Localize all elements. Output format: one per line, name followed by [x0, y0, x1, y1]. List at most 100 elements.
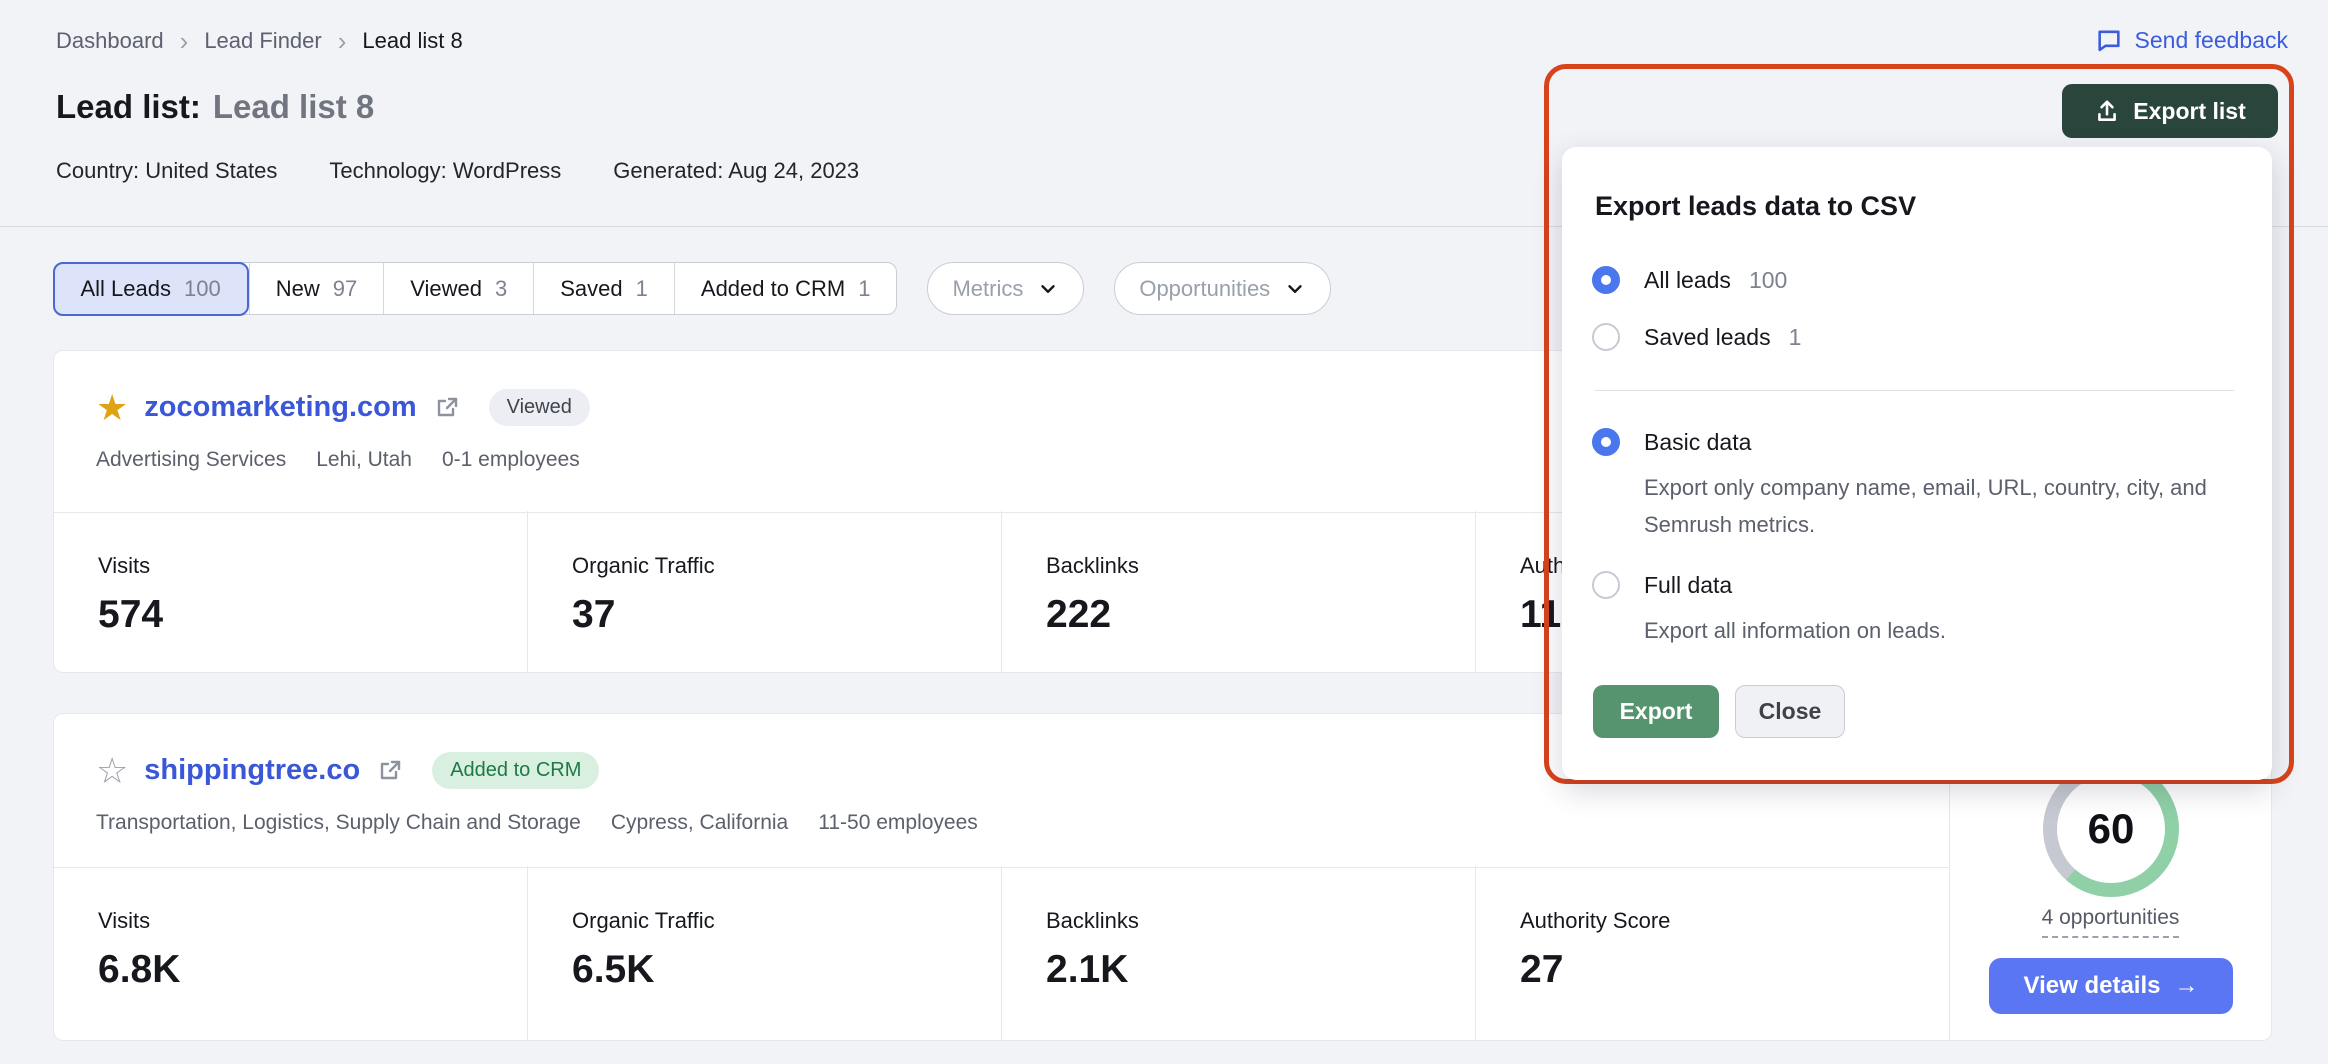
meta-technology: Technology: WordPress: [329, 158, 561, 184]
chevron-down-icon: [1037, 278, 1059, 300]
basic-data-description: Export only company name, email, URL, co…: [1644, 469, 2214, 543]
upload-icon: [2094, 98, 2120, 124]
radio-count: 1: [1789, 324, 1802, 351]
radio-unselected-icon[interactable]: [1592, 323, 1620, 351]
chevron-right-icon: ›: [180, 30, 189, 52]
dialog-actions: Export Close: [1593, 685, 1845, 738]
lead-industry: Transportation, Logistics, Supply Chain …: [96, 811, 581, 835]
metric-value: 222: [1046, 593, 1475, 637]
tab-count: 100: [184, 276, 221, 302]
tab-count: 3: [495, 276, 507, 302]
chevron-down-icon: [1284, 278, 1306, 300]
metric-visits: Visits 6.8K: [54, 866, 527, 1040]
radio-label: All leads: [1644, 267, 1731, 294]
export-list-label: Export list: [2133, 98, 2245, 125]
page-title-name: Lead list 8: [213, 88, 374, 125]
external-link-icon[interactable]: [378, 759, 402, 783]
close-button[interactable]: Close: [1735, 685, 1845, 738]
tab-label: Saved: [560, 276, 622, 302]
metric-value: 27: [1520, 948, 1949, 992]
tab-viewed[interactable]: Viewed 3: [383, 263, 533, 314]
meta-generated: Generated: Aug 24, 2023: [613, 158, 859, 184]
metric-value: 37: [572, 593, 1001, 637]
tab-label: New: [276, 276, 320, 302]
breadcrumb-lead-list: Lead list 8: [362, 28, 462, 54]
metric-value: 6.8K: [98, 948, 527, 992]
tab-label: Viewed: [410, 276, 482, 302]
radio-count: 100: [1749, 267, 1787, 294]
radio-saved-leads[interactable]: Saved leads 1: [1592, 323, 1801, 351]
tab-label: Added to CRM: [701, 276, 845, 302]
view-details-label: View details: [2024, 972, 2161, 1000]
lead-subtitle: Transportation, Logistics, Supply Chain …: [96, 811, 1949, 835]
lead-location: Cypress, California: [611, 811, 788, 835]
export-dialog-title: Export leads data to CSV: [1595, 191, 1916, 222]
external-link-icon[interactable]: [435, 396, 459, 420]
meta-country: Country: United States: [56, 158, 277, 184]
lead-location: Lehi, Utah: [316, 448, 412, 472]
export-button[interactable]: Export: [1593, 685, 1719, 738]
tab-saved[interactable]: Saved 1: [533, 263, 674, 314]
tab-count: 1: [636, 276, 648, 302]
metric-label: Visits: [98, 908, 527, 934]
chevron-right-icon: ›: [338, 30, 347, 52]
radio-selected-icon[interactable]: [1592, 428, 1620, 456]
opportunities-dropdown-label: Opportunities: [1139, 276, 1270, 302]
lead-employees: 11-50 employees: [818, 811, 978, 835]
radio-selected-icon[interactable]: [1592, 266, 1620, 294]
metric-label: Organic Traffic: [572, 553, 1001, 579]
send-feedback-label: Send feedback: [2135, 27, 2288, 54]
metric-visits: Visits 574: [54, 511, 527, 672]
lead-list-meta: Country: United States Technology: WordP…: [56, 158, 859, 184]
breadcrumb-dashboard[interactable]: Dashboard: [56, 28, 164, 54]
send-feedback-link[interactable]: Send feedback: [2095, 26, 2288, 54]
export-list-button[interactable]: Export list: [2062, 84, 2278, 138]
view-details-button[interactable]: View details →: [1989, 958, 2233, 1014]
breadcrumb-lead-finder[interactable]: Lead Finder: [204, 28, 321, 54]
opportunities-link[interactable]: 4 opportunities: [2042, 906, 2180, 938]
filter-toolbar: All Leads 100 New 97 Viewed 3 Saved 1 Ad…: [53, 262, 1331, 315]
metric-value: 6.5K: [572, 948, 1001, 992]
feedback-bubble-icon: [2095, 26, 2123, 54]
metric-backlinks: Backlinks 2.1K: [1001, 866, 1475, 1040]
status-badge-viewed: Viewed: [489, 389, 590, 426]
status-badge-added-to-crm: Added to CRM: [432, 752, 599, 789]
radio-unselected-icon[interactable]: [1592, 571, 1620, 599]
metric-organic-traffic: Organic Traffic 6.5K: [527, 866, 1001, 1040]
radio-full-data[interactable]: Full data: [1592, 571, 1732, 599]
tab-count: 97: [333, 276, 357, 302]
metric-label: Backlinks: [1046, 553, 1475, 579]
metric-backlinks: Backlinks 222: [1001, 511, 1475, 672]
metric-label: Authority Score: [1520, 908, 1949, 934]
metric-organic-traffic: Organic Traffic 37: [527, 511, 1001, 672]
metrics-dropdown-label: Metrics: [952, 276, 1023, 302]
arrow-right-icon: →: [2174, 972, 2198, 1000]
tab-all-leads[interactable]: All Leads 100: [53, 262, 249, 316]
lead-domain-link[interactable]: zocomarketing.com: [144, 391, 416, 424]
tab-new[interactable]: New 97: [249, 263, 384, 314]
page-title-prefix: Lead list:: [56, 88, 201, 125]
dialog-divider: [1595, 390, 2234, 391]
page-title: Lead list: Lead list 8: [56, 88, 374, 126]
tab-added-to-crm[interactable]: Added to CRM 1: [674, 263, 897, 314]
opportunities-row: 4 opportunities: [1950, 906, 2271, 930]
score-value: 60: [2057, 775, 2165, 883]
radio-label: Basic data: [1644, 429, 1751, 456]
lead-metrics-row: Visits 6.8K Organic Traffic 6.5K Backlin…: [54, 866, 1949, 1040]
score-donut: 60: [2043, 761, 2179, 897]
radio-basic-data[interactable]: Basic data: [1592, 428, 1751, 456]
full-data-description: Export all information on leads.: [1644, 612, 2214, 649]
lead-employees: 0-1 employees: [442, 448, 580, 472]
star-outline-icon[interactable]: ☆: [96, 753, 128, 789]
export-dialog: Export leads data to CSV All leads 100 S…: [1562, 147, 2272, 780]
metrics-dropdown[interactable]: Metrics: [927, 262, 1084, 315]
breadcrumb: Dashboard › Lead Finder › Lead list 8: [56, 28, 463, 54]
opportunities-dropdown[interactable]: Opportunities: [1114, 262, 1331, 315]
star-filled-icon[interactable]: ★: [96, 390, 128, 426]
radio-all-leads[interactable]: All leads 100: [1592, 266, 1787, 294]
lead-status-tabs: All Leads 100 New 97 Viewed 3 Saved 1 Ad…: [53, 262, 897, 315]
lead-industry: Advertising Services: [96, 448, 286, 472]
radio-label: Saved leads: [1644, 324, 1771, 351]
lead-domain-link[interactable]: shippingtree.co: [144, 754, 360, 787]
metric-value: 2.1K: [1046, 948, 1475, 992]
